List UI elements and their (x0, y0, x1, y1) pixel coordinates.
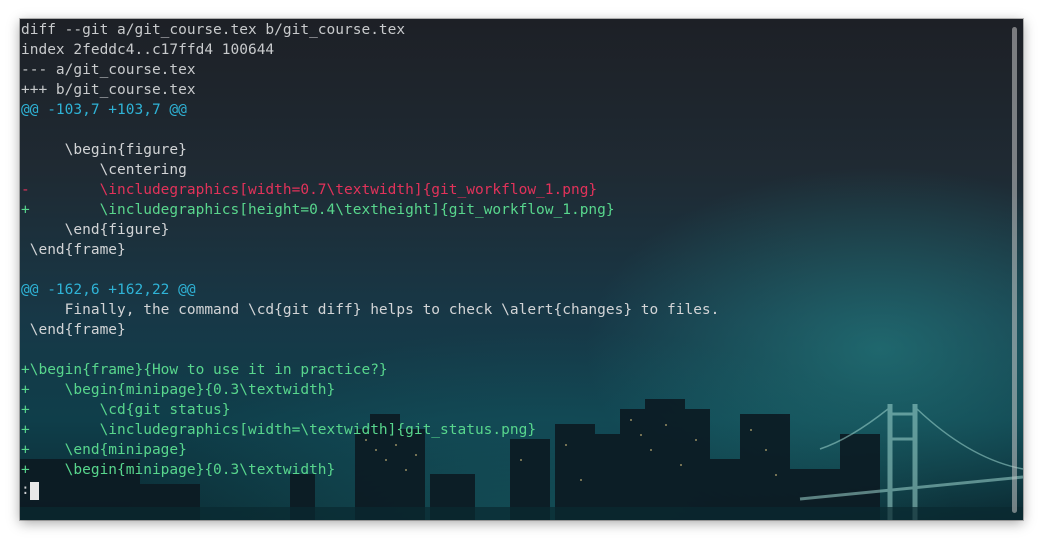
diff-context-line: Finally, the command \cd{git diff} helps… (21, 302, 720, 318)
diff-header-line: diff --git a/git_course.tex b/git_course… (21, 22, 406, 38)
diff-added-line: + \includegraphics[height=0.4\textheight… (21, 202, 615, 218)
diff-context-line: \end{frame} (21, 322, 126, 338)
diff-context-line: \end{figure} (21, 222, 170, 238)
diff-context-line: \begin{figure} (21, 142, 187, 158)
diff-deleted-line: - \includegraphics[width=0.7\textwidth]{… (21, 182, 598, 198)
diff-context-line: : (21, 482, 30, 498)
diff-added-line: + \begin{minipage}{0.3\textwidth} (21, 382, 336, 398)
diff-hunk-header: @@ -162,6 +162,22 @@ (21, 282, 196, 298)
terminal-window[interactable]: diff --git a/git_course.tex b/git_course… (20, 19, 1023, 520)
diff-context-line (21, 340, 1001, 360)
diff-header-line: index 2feddc4..c17ffd4 100644 (21, 42, 275, 58)
terminal-output[interactable]: diff --git a/git_course.tex b/git_course… (21, 20, 1001, 500)
diff-added-line: + \includegraphics[width=\textwidth]{git… (21, 422, 537, 438)
diff-header-line: --- a/git_course.tex (21, 62, 196, 78)
text-cursor (30, 482, 39, 500)
diff-context-line: \centering (21, 162, 187, 178)
diff-added-line: + \cd{git status} (21, 402, 231, 418)
diff-header-line: +++ b/git_course.tex (21, 82, 196, 98)
diff-context-line (21, 120, 1001, 140)
diff-added-line: + \end{minipage} (21, 442, 187, 458)
diff-added-line: +\begin{frame}{How to use it in practice… (21, 362, 388, 378)
scrollbar[interactable] (1012, 27, 1017, 513)
diff-added-line: + \begin{minipage}{0.3\textwidth} (21, 462, 336, 478)
diff-context-line: \end{frame} (21, 242, 126, 258)
diff-context-line (21, 260, 1001, 280)
diff-hunk-header: @@ -103,7 +103,7 @@ (21, 102, 187, 118)
